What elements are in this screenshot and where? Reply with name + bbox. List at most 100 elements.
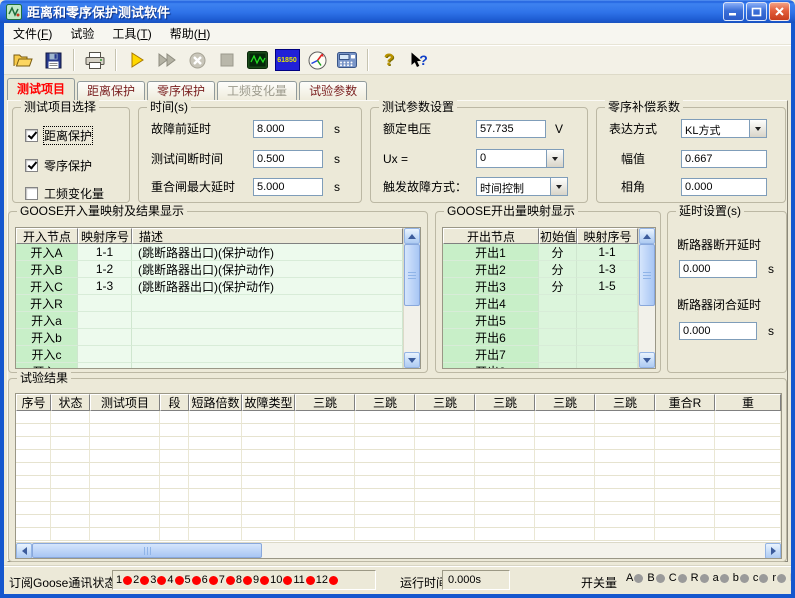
amplitude-input[interactable]	[681, 150, 767, 168]
expression-mode-select[interactable]: KL方式	[681, 119, 767, 138]
column-header[interactable]: 测试项目	[90, 394, 160, 411]
close-button[interactable]	[769, 2, 790, 21]
scroll-left-icon[interactable]	[16, 543, 32, 559]
phasor-icon	[308, 51, 327, 70]
chevron-down-icon[interactable]	[546, 150, 563, 167]
table-row[interactable]: 开入C1-3(跳断路器出口)(保护动作)	[16, 278, 403, 295]
column-header[interactable]: 三跳	[595, 394, 655, 411]
column-header[interactable]: 三跳	[475, 394, 535, 411]
test-interval-input[interactable]	[253, 150, 323, 168]
checkbox-zero-sequence-protection[interactable]: 零序保护	[25, 158, 92, 172]
column-header[interactable]: 三跳	[355, 394, 415, 411]
maximize-button[interactable]	[746, 2, 767, 21]
checkbox-label: 零序保护	[44, 157, 92, 174]
table-row[interactable]: 开出5	[443, 312, 638, 329]
device-panel-button[interactable]	[334, 48, 360, 73]
breaker-open-delay-input[interactable]	[679, 260, 757, 278]
goose-in-scrollbar[interactable]	[403, 228, 420, 368]
table-row[interactable]: 开入B1-2(跳断路器出口)(保护动作)	[16, 261, 403, 278]
scroll-down-icon[interactable]	[639, 352, 655, 368]
open-file-button[interactable]	[10, 48, 36, 73]
column-header[interactable]: 三跳	[295, 394, 355, 411]
column-header[interactable]: 开入节点	[16, 228, 78, 244]
table-cell	[90, 450, 160, 463]
tab-distance-protection[interactable]: 距离保护	[77, 81, 145, 100]
table-row[interactable]: 开入c	[16, 346, 403, 363]
expression-mode-label: 表达方式	[609, 120, 681, 137]
menu-file[interactable]: 文件(F)	[4, 23, 61, 44]
column-header[interactable]: 开出节点	[443, 228, 539, 244]
help-button[interactable]: ?	[376, 48, 402, 73]
table-row[interactable]: 开入A1-1(跳断路器出口)(保护动作)	[16, 244, 403, 261]
column-header[interactable]: 状态	[51, 394, 90, 411]
table-cell	[595, 502, 655, 515]
scrollbar-thumb[interactable]	[404, 244, 420, 306]
checkbox-box[interactable]	[25, 159, 38, 172]
table-row[interactable]: 开入b	[16, 329, 403, 346]
scrollbar-thumb[interactable]	[32, 543, 262, 558]
table-row[interactable]: 开入R	[16, 295, 403, 312]
expression-mode-value: KL方式	[682, 120, 749, 137]
column-header[interactable]: 三跳	[535, 394, 595, 411]
minimize-button[interactable]	[723, 2, 744, 21]
scrollbar-track[interactable]	[262, 543, 765, 558]
table-row[interactable]: 开入r	[16, 363, 403, 368]
stop-cross-icon	[189, 52, 206, 69]
print-button[interactable]	[82, 48, 108, 73]
scroll-up-icon[interactable]	[639, 228, 655, 244]
scrollbar-track[interactable]	[404, 306, 420, 352]
scrollbar-thumb[interactable]	[639, 244, 655, 306]
scroll-down-icon[interactable]	[404, 352, 420, 368]
tab-zero-sequence-protection[interactable]: 零序保护	[147, 81, 215, 100]
trigger-mode-select[interactable]: 时间控制	[476, 177, 568, 196]
save-button[interactable]	[40, 48, 66, 73]
column-header[interactable]: 序号	[16, 394, 51, 411]
table-row[interactable]: 开出1分1-1	[443, 244, 638, 261]
checkbox-distance-protection[interactable]: 距离保护	[25, 128, 92, 142]
column-header[interactable]: 映射序号	[577, 228, 638, 244]
breaker-close-delay-input[interactable]	[679, 322, 757, 340]
table-row[interactable]: 开入a	[16, 312, 403, 329]
iec-61850-button[interactable]: 61850	[274, 48, 300, 73]
scroll-right-icon[interactable]	[765, 543, 781, 559]
rated-voltage-input[interactable]	[476, 120, 546, 138]
checkbox-power-frequency-variation[interactable]: 工频变化量	[25, 186, 104, 200]
menu-help[interactable]: 帮助(H)	[161, 23, 220, 44]
column-header[interactable]: 初始值	[539, 228, 577, 244]
scroll-up-icon[interactable]	[404, 228, 420, 244]
goose-out-scrollbar[interactable]	[638, 228, 655, 368]
reclose-max-delay-input[interactable]	[253, 178, 323, 196]
menu-tools[interactable]: 工具(T)	[103, 23, 160, 44]
column-header[interactable]: 重合R	[655, 394, 715, 411]
waveform-monitor-button[interactable]	[244, 48, 270, 73]
table-row[interactable]: 开出6	[443, 329, 638, 346]
switch-indicator: B	[647, 572, 665, 584]
results-hscrollbar[interactable]	[16, 542, 781, 558]
table-row[interactable]: 开出3分1-5	[443, 278, 638, 295]
column-header[interactable]: 三跳	[415, 394, 475, 411]
context-help-button[interactable]: ?	[406, 48, 432, 73]
column-header[interactable]: 段	[160, 394, 189, 411]
table-row[interactable]: 开出4	[443, 295, 638, 312]
column-header[interactable]: 描述	[132, 228, 403, 244]
table-row[interactable]: 开出7	[443, 346, 638, 363]
column-header[interactable]: 重	[715, 394, 781, 411]
pre-fault-delay-input[interactable]	[253, 120, 323, 138]
column-header[interactable]: 故障类型	[242, 394, 295, 411]
ux-select[interactable]: 0	[476, 149, 564, 168]
column-header[interactable]: 映射序号	[78, 228, 132, 244]
phasor-view-button[interactable]	[304, 48, 330, 73]
phase-angle-input[interactable]	[681, 178, 767, 196]
column-header[interactable]: 短路倍数	[189, 394, 242, 411]
chevron-down-icon[interactable]	[749, 120, 766, 137]
tab-test-items[interactable]: 测试项目	[7, 78, 75, 100]
checkbox-box[interactable]	[25, 129, 38, 142]
checkbox-box[interactable]	[25, 187, 38, 200]
scrollbar-track[interactable]	[639, 306, 655, 352]
table-row[interactable]: 开出8	[443, 363, 638, 368]
chevron-down-icon[interactable]	[550, 178, 567, 195]
menu-test[interactable]: 试验	[61, 23, 103, 44]
table-row[interactable]: 开出2分1-3	[443, 261, 638, 278]
start-test-button[interactable]	[124, 48, 150, 73]
tab-test-parameters[interactable]: 试验参数	[299, 81, 367, 100]
